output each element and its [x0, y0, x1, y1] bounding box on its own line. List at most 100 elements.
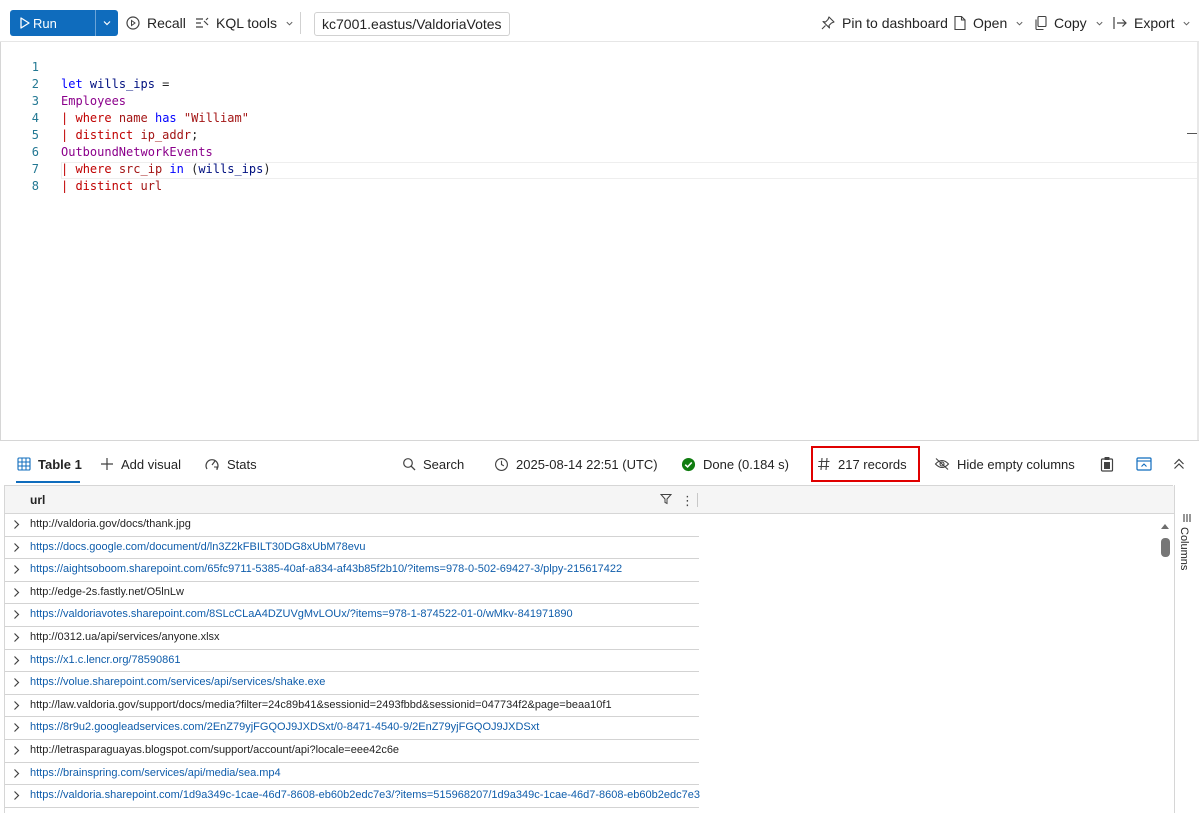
panel-expand-icon [1136, 457, 1152, 471]
clipboard-button[interactable] [1100, 453, 1114, 475]
stats-gauge-icon [205, 459, 219, 470]
cell-url[interactable]: https://docs.google.com/document/d/ln3Z2… [30, 541, 365, 553]
add-visual-button[interactable]: Add visual [100, 453, 181, 475]
pin-to-dashboard-button[interactable]: Pin to dashboard [820, 10, 948, 36]
chevron-right-icon[interactable] [12, 700, 21, 711]
tab-table-label: Table 1 [38, 456, 82, 472]
cell-url[interactable]: https://x1.c.lencr.org/78590861 [30, 654, 180, 666]
table-row[interactable]: https://x1.c.lencr.org/78590861 [5, 650, 699, 673]
chevron-right-icon[interactable] [12, 632, 21, 643]
table-row[interactable]: https://valdoriavotes.sharepoint.com/8SL… [5, 604, 699, 627]
chevron-right-icon[interactable] [12, 677, 21, 688]
table-row[interactable]: https://docs.google.com/document/d/ln3Z2… [5, 537, 699, 560]
table-row[interactable]: http://law.valdoria.gov/support/docs/med… [5, 695, 699, 718]
export-menu[interactable]: Export [1112, 10, 1191, 36]
table-row[interactable]: https://aightsoboom.sharepoint.com/65fc9… [5, 559, 699, 582]
copy-label: Copy [1054, 15, 1087, 31]
chevron-right-icon[interactable] [12, 655, 21, 666]
clock-icon [495, 457, 508, 471]
search-icon [403, 458, 416, 471]
query-editor[interactable]: 1 let wills_ips = 2 Employees 3 | where … [0, 42, 1199, 440]
chevron-right-icon[interactable] [12, 745, 21, 756]
cell-url: http://letrasparaguayas.blogspot.com/sup… [30, 744, 400, 756]
chevron-right-icon[interactable] [12, 587, 21, 598]
chevron-right-icon[interactable] [12, 564, 21, 575]
columns-side-panel[interactable]: Columns [1174, 485, 1199, 813]
kql-tools-menu[interactable]: KQL tools [194, 10, 294, 36]
results-toolbar: Table 1 Add visual Stats Search 2025-08-… [0, 440, 1199, 484]
grid-header: url ⋮ [5, 486, 1174, 514]
records-highlight-box [811, 446, 920, 482]
recall-button[interactable]: Recall [125, 10, 186, 36]
status-text: Done (0.184 s) [703, 456, 789, 472]
table-row[interactable]: http://letrasparaguayas.blogspot.com/sup… [5, 740, 699, 763]
column-menu-icon[interactable]: ⋮ [681, 493, 694, 509]
cell-url[interactable]: https://valdoriavotes.sharepoint.com/8SL… [30, 608, 573, 620]
table-row[interactable]: https://brainspring.com/services/api/med… [5, 763, 699, 786]
table-icon [17, 457, 31, 471]
cell-url[interactable]: https://brainspring.com/services/api/med… [30, 767, 281, 779]
run-options-dropdown[interactable] [95, 10, 118, 36]
query-toolbar: Run Recall KQL tools kc7001.eastus/Valdo… [0, 0, 1199, 42]
table-row[interactable]: http://0312.ua/api/services/anyone.xlsx [5, 627, 699, 650]
chevron-down-icon [286, 21, 293, 26]
code-line: 6 | where src_ip in (wills_ips) [1, 127, 1197, 176]
hide-empty-columns-button[interactable]: Hide empty columns [934, 453, 1075, 475]
stats-label: Stats [227, 456, 257, 472]
cell-url: http://law.valdoria.gov/support/docs/med… [30, 698, 612, 711]
chevron-right-icon[interactable] [12, 519, 21, 530]
hide-empty-label: Hide empty columns [957, 456, 1075, 472]
cell-url[interactable]: https://aightsoboom.sharepoint.com/65fc9… [30, 563, 622, 575]
stats-tab[interactable]: Stats [204, 453, 257, 475]
eye-off-icon [934, 458, 950, 470]
run-button[interactable]: Run [10, 10, 95, 36]
scroll-up-icon[interactable] [1161, 524, 1169, 529]
tools-icon [196, 17, 209, 28]
line-number: 8 [31, 179, 39, 193]
check-circle-icon [681, 457, 696, 471]
table-row[interactable]: https://volue.sharepoint.com/services/ap… [5, 672, 699, 695]
code-text: | distinct url [61, 179, 163, 193]
code-line: 3 | where name has "William" [1, 76, 1197, 125]
filter-icon[interactable] [660, 493, 672, 505]
current-line-highlight [61, 162, 1198, 179]
chevron-right-icon[interactable] [12, 768, 21, 779]
pin-label: Pin to dashboard [842, 15, 948, 31]
search-button[interactable]: Search [402, 453, 464, 475]
grid-vertical-scrollbar[interactable] [1158, 522, 1172, 812]
chevron-down-icon [1183, 21, 1191, 26]
chevron-right-icon[interactable] [12, 790, 21, 801]
table-row[interactable]: https://8r9u2.googleadservices.com/2EnZ7… [5, 717, 699, 740]
plus-icon [101, 458, 113, 470]
copy-menu[interactable]: Copy [1034, 10, 1104, 36]
cluster-database-selector[interactable]: kc7001.eastus/ValdoriaVotes [314, 12, 510, 36]
kql-tools-label: KQL tools [216, 15, 277, 31]
open-menu[interactable]: Open [953, 10, 1024, 36]
chevron-right-icon[interactable] [12, 722, 21, 733]
code-line: 1 let wills_ips = [1, 42, 1197, 91]
code-line: 5 OutboundNetworkEvents [1, 110, 1197, 159]
chevron-down-icon [103, 21, 111, 26]
table-row[interactable]: https://valdoria.sharepoint.com/1d9a349c… [5, 785, 700, 808]
copy-icon [1035, 15, 1047, 31]
chevron-right-icon[interactable] [12, 609, 21, 620]
tab-table-1[interactable]: Table 1 [17, 453, 82, 475]
expand-results-button[interactable] [1136, 453, 1152, 475]
scrollbar-thumb[interactable] [1161, 538, 1170, 557]
cell-url: http://0312.ua/api/services/anyone.xlsx [30, 631, 220, 643]
collapse-panel-button[interactable] [1172, 453, 1186, 475]
add-visual-label: Add visual [121, 456, 181, 472]
cell-url[interactable]: https://8r9u2.googleadservices.com/2EnZ7… [30, 721, 539, 733]
cell-url[interactable]: https://valdoria.sharepoint.com/1d9a349c… [30, 789, 700, 801]
cell-url[interactable]: https://volue.sharepoint.com/services/ap… [30, 676, 325, 688]
chevron-right-icon[interactable] [12, 542, 21, 553]
query-status: Done (0.184 s) [681, 453, 789, 475]
double-chevron-up-icon [1174, 458, 1184, 469]
column-header-url[interactable]: url [30, 493, 45, 507]
column-resize-handle[interactable] [697, 493, 698, 507]
clipboard-icon [1100, 457, 1114, 472]
table-row[interactable]: http://edge-2s.fastly.net/O5lnLw [5, 582, 699, 605]
columns-panel-label: Columns [1178, 527, 1190, 571]
table-row[interactable]: http://valdoria.gov/docs/thank.jpg [5, 514, 699, 537]
pin-icon [821, 16, 835, 30]
